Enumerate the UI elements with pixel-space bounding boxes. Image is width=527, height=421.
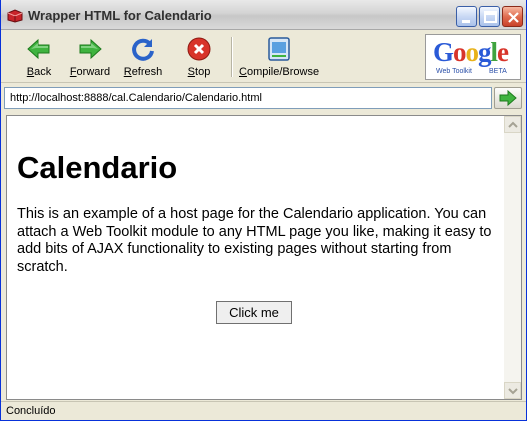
title-bar[interactable]: Wrapper HTML for Calendario [1,0,526,30]
click-me-button[interactable]: Click me [216,301,292,324]
page-heading: Calendario [17,150,178,185]
vertical-scrollbar[interactable] [504,116,521,399]
back-label: Back [26,66,52,78]
stop-icon [187,37,211,61]
go-arrow-icon [499,89,517,107]
stop-button[interactable]: Stop [181,34,217,80]
refresh-label: Refresh [123,66,163,78]
scroll-down-button[interactable] [504,382,521,399]
back-arrow-icon [27,38,50,60]
logo-product: Web Toolkit [436,68,472,75]
maximize-icon [484,11,497,23]
logo-badge: BETA [489,68,507,75]
logo-wordmark: Google [433,37,509,67]
browser-window: Wrapper HTML for Calendario Back Forward [0,0,527,421]
maximize-button[interactable] [479,6,500,27]
app-icon [7,8,23,23]
minimize-button[interactable] [456,6,477,27]
google-web-toolkit-logo: Google Web Toolkit BETA [425,34,521,80]
go-button[interactable] [494,87,522,109]
compile-browse-label: Compile/Browse [239,66,320,78]
page-paragraph: This is an example of a host page for th… [17,206,492,275]
refresh-button[interactable]: Refresh [121,34,165,80]
toolbar-separator [231,37,233,77]
compile-browse-icon [268,37,290,61]
refresh-icon [132,38,154,61]
minimize-icon [462,20,470,23]
status-bar: Concluído [1,401,526,420]
url-input[interactable]: http://localhost:8888/cal.Calendario/Cal… [4,87,492,109]
window-title: Wrapper HTML for Calendario [28,8,212,23]
chevron-down-icon [508,388,518,395]
close-button[interactable] [502,6,523,27]
forward-label: Forward [69,66,111,78]
address-bar: http://localhost:8888/cal.Calendario/Cal… [1,84,526,112]
close-icon [508,12,519,23]
status-text: Concluído [6,405,56,417]
scroll-up-button[interactable] [504,116,521,133]
stop-label: Stop [187,66,211,78]
forward-button[interactable]: Forward [67,34,113,80]
back-button[interactable]: Back [19,34,59,80]
compile-browse-button[interactable]: Compile/Browse [239,34,319,80]
page-viewport: Calendario This is an example of a host … [6,115,522,400]
toolbar: Back Forward Refresh Stop Compile/Browse… [1,31,526,83]
chevron-up-icon [508,121,518,128]
forward-arrow-icon [79,38,102,60]
